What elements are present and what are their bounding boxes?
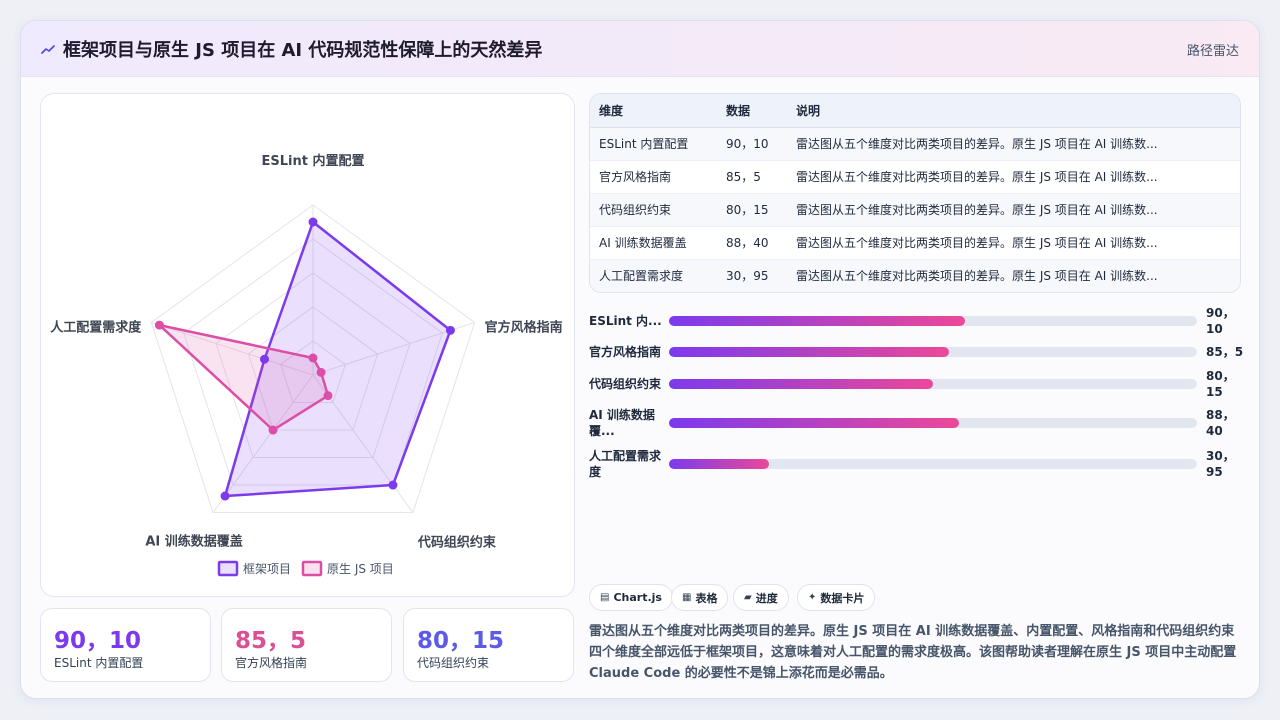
kpi-label: 代码组织约束 [417,656,490,670]
radar-point [388,480,398,490]
table-cell-description: 雷达图从五个维度对比两类项目的差异。原生 JS 项目在 AI 训练数... [787,160,1240,194]
tag-data-card[interactable]: ✦ 数据卡片 [797,584,876,611]
table-cell-data: 85，5 [717,160,787,194]
progress-track [669,316,1197,326]
kpi-value: 80，15 [417,628,505,654]
table-cell-data: 88，40 [717,226,787,260]
chart-icon: ▤ [600,592,610,603]
header-bar: 框架项目与原生 JS 项目在 AI 代码规范性保障上的天然差异 路径雷达 [21,21,1259,77]
tag-label: 进度 [755,591,778,605]
legend-label-native: 原生 JS 项目 [327,562,394,576]
header-right-label: 路径雷达 [1186,44,1239,59]
radar-axis-label: AI 训练数据覆盖 [145,534,242,550]
legend-swatch-native [301,560,323,577]
table-header-dimension: 维度 [590,94,717,128]
tag-chartjs[interactable]: ▤ Chart.js [589,584,673,611]
table-header-data: 数据 [717,94,787,128]
radar-point [323,391,333,401]
table-cell-data: 80，15 [717,193,787,227]
kpi-value: 90，10 [54,628,142,654]
radar-point [268,425,278,435]
progress-fill [669,379,933,389]
progress-fill [669,316,965,326]
table-cell-dimension: ESLint 内置配置 [590,127,717,161]
progress-fill [669,347,949,357]
description-text: 雷达图从五个维度对比两类项目的差异。原生 JS 项目在 AI 训练数据覆盖、内置… [589,624,1237,681]
table-row: 人工配置需求度 30，95 雷达图从五个维度对比两类项目的差异。原生 JS 项目… [590,259,1240,292]
table-cell-data: 30，95 [717,259,787,292]
radar-axis-label: ESLint 内置配置 [262,153,365,169]
kpi-value: 85，5 [235,628,307,654]
kpi-card-code-org: 80，15 代码组织约束 [403,608,574,682]
tag-label: 数据卡片 [820,591,865,605]
chart-line-icon [41,42,55,56]
radar-axis-label: 人工配置需求度 [50,319,142,335]
radar-axis-label: 官方风格指南 [485,319,563,335]
table-cell-description: 雷达图从五个维度对比两类项目的差异。原生 JS 项目在 AI 训练数... [787,127,1240,161]
radar-point [316,367,326,377]
radar-point [445,325,455,335]
progress-track [669,418,1197,428]
table-row: ESLint 内置配置 90，10 雷达图从五个维度对比两类项目的差异。原生 J… [590,127,1240,161]
table-cell-data: 90，10 [717,127,787,161]
legend-swatch-framework [217,560,239,577]
tag-progress[interactable]: ▰ 进度 [733,584,789,611]
progress-icon: ▰ [744,592,752,603]
kpi-label: 官方风格指南 [235,656,308,670]
progress-value: 30，95 [1206,449,1235,479]
tag-label: Chart.js [613,591,662,604]
progress-row: 官方风格指南 85，5 [589,334,1249,370]
progress-label: AI 训练数据覆... [589,408,655,438]
progress-track [669,347,1197,357]
progress-fill [669,459,770,469]
radar-point [259,354,269,364]
progress-value: 88，40 [1206,408,1235,438]
radar-axis-label: 代码组织约束 [417,535,497,551]
progress-value: 80，15 [1206,369,1235,399]
progress-track [669,379,1197,389]
table-cell-dimension: AI 训练数据覆盖 [590,226,717,260]
radar-point [308,353,318,363]
kpi-card-eslint: 90，10 ESLint 内置配置 [40,608,211,682]
radar-chart: ESLint 内置配置官方风格指南代码组织约束 AI 训练数据覆盖 人工配置需求度框… [50,153,563,577]
progress-row: AI 训练数据覆... 88，40 [589,405,1249,441]
legend-label-framework: 框架项目 [243,562,291,576]
tag-label: 表格 [695,591,718,605]
table-cell-dimension: 代码组织约束 [590,193,717,227]
table-row: 官方风格指南 85，5 雷达图从五个维度对比两类项目的差异。原生 JS 项目在 … [590,160,1240,194]
main-card: 框架项目与原生 JS 项目在 AI 代码规范性保障上的天然差异 路径雷达 ESL… [20,20,1260,699]
progress-label: 官方风格指南 [589,345,662,359]
progress-value: 85，5 [1206,345,1244,359]
progress-label: 代码组织约束 [589,377,662,391]
table-header-row: 维度 数据 说明 [590,94,1240,128]
table-cell-description: 雷达图从五个维度对比两类项目的差异。原生 JS 项目在 AI 训练数... [787,226,1240,260]
table-cell-dimension: 官方风格指南 [590,160,717,194]
sparkle-icon: ✦ [808,592,817,603]
table-header-description: 说明 [787,94,1240,128]
data-table: 维度 数据 说明 ESLint 内置配置 90，10 雷达图从五个维度对比两类项… [589,93,1241,293]
progress-fill [669,418,960,428]
table-icon: ▦ [682,592,692,603]
page-title: 框架项目与原生 JS 项目在 AI 代码规范性保障上的天然差异 [63,40,543,61]
progress-label: 人工配置需求度 [589,449,662,479]
radar-point [308,217,318,227]
table-row: AI 训练数据覆盖 88，40 雷达图从五个维度对比两类项目的差异。原生 JS … [590,226,1240,260]
table-row: 代码组织约束 80，15 雷达图从五个维度对比两类项目的差异。原生 JS 项目在… [590,193,1240,227]
progress-track [669,459,1197,469]
table-cell-description: 雷达图从五个维度对比两类项目的差异。原生 JS 项目在 AI 训练数... [787,193,1240,227]
tag-table[interactable]: ▦ 表格 [671,584,729,611]
kpi-card-style-guide: 85，5 官方风格指南 [221,608,392,682]
radar-chart-panel: ESLint 内置配置官方风格指南代码组织约束 AI 训练数据覆盖 人工配置需求度框… [40,93,575,597]
progress-row: 人工配置需求度 30，95 [589,446,1249,482]
radar-point [220,491,230,501]
radar-point [154,320,164,330]
kpi-label: ESLint 内置配置 [54,656,144,670]
table-cell-description: 雷达图从五个维度对比两类项目的差异。原生 JS 项目在 AI 训练数... [787,259,1240,292]
progress-row: 代码组织约束 80，15 [589,366,1249,402]
table-cell-dimension: 人工配置需求度 [590,259,717,292]
